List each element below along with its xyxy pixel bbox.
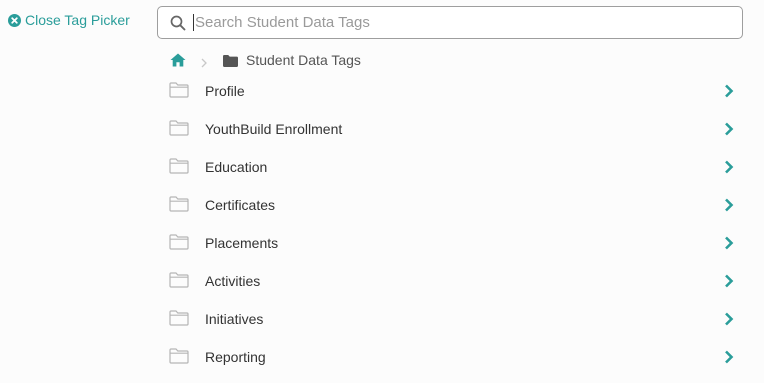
breadcrumb-current: Student Data Tags bbox=[246, 52, 361, 68]
list-item-label: Education bbox=[205, 159, 268, 175]
folder-outline-icon bbox=[169, 310, 189, 326]
chevron-right-icon[interactable] bbox=[724, 350, 734, 364]
list-item-label: Certificates bbox=[205, 197, 276, 213]
folder-outline-icon bbox=[169, 272, 189, 288]
folder-outline-icon bbox=[169, 348, 189, 364]
list-item-initiatives[interactable]: Initiatives bbox=[158, 300, 744, 338]
list-item-label: YouthBuild Enrollment bbox=[205, 121, 343, 137]
list-item-reporting[interactable]: Reporting bbox=[158, 338, 744, 376]
folder-outline-icon bbox=[169, 158, 189, 174]
list-item-activities[interactable]: Activities bbox=[158, 262, 744, 300]
folder-outline-icon bbox=[169, 120, 189, 136]
list-item-label: Reporting bbox=[205, 349, 266, 365]
list-item-profile[interactable]: Profile bbox=[158, 72, 744, 110]
folder-list: Profile YouthBuild Enrollment Education bbox=[158, 72, 744, 376]
chevron-right-icon bbox=[199, 55, 209, 68]
close-tag-picker-label: Close Tag Picker bbox=[25, 12, 130, 28]
folder-outline-icon bbox=[169, 82, 189, 98]
list-item-label: Initiatives bbox=[205, 311, 264, 327]
list-item-placements[interactable]: Placements bbox=[158, 224, 744, 262]
home-icon[interactable] bbox=[170, 53, 186, 67]
list-item-label: Activities bbox=[205, 273, 261, 289]
folder-outline-icon bbox=[169, 234, 189, 250]
search-icon bbox=[170, 15, 186, 31]
list-item-label: Placements bbox=[205, 235, 279, 251]
close-tag-picker-button[interactable]: Close Tag Picker bbox=[8, 12, 130, 28]
chevron-right-icon[interactable] bbox=[724, 198, 734, 212]
folder-outline-icon bbox=[169, 196, 189, 212]
chevron-right-icon[interactable] bbox=[724, 236, 734, 250]
chevron-right-icon[interactable] bbox=[724, 122, 734, 136]
folder-icon bbox=[223, 54, 238, 67]
chevron-right-icon[interactable] bbox=[724, 84, 734, 98]
search-input[interactable] bbox=[193, 14, 715, 31]
chevron-right-icon[interactable] bbox=[724, 274, 734, 288]
breadcrumb: Student Data Tags bbox=[170, 50, 361, 70]
list-item-education[interactable]: Education bbox=[158, 148, 744, 186]
close-circle-icon bbox=[8, 13, 21, 27]
chevron-right-icon[interactable] bbox=[724, 160, 734, 174]
list-item-youthbuild-enrollment[interactable]: YouthBuild Enrollment bbox=[158, 110, 744, 148]
search-box[interactable] bbox=[157, 6, 743, 39]
chevron-right-icon[interactable] bbox=[724, 312, 734, 326]
list-item-certificates[interactable]: Certificates bbox=[158, 186, 744, 224]
list-item-label: Profile bbox=[205, 83, 245, 99]
